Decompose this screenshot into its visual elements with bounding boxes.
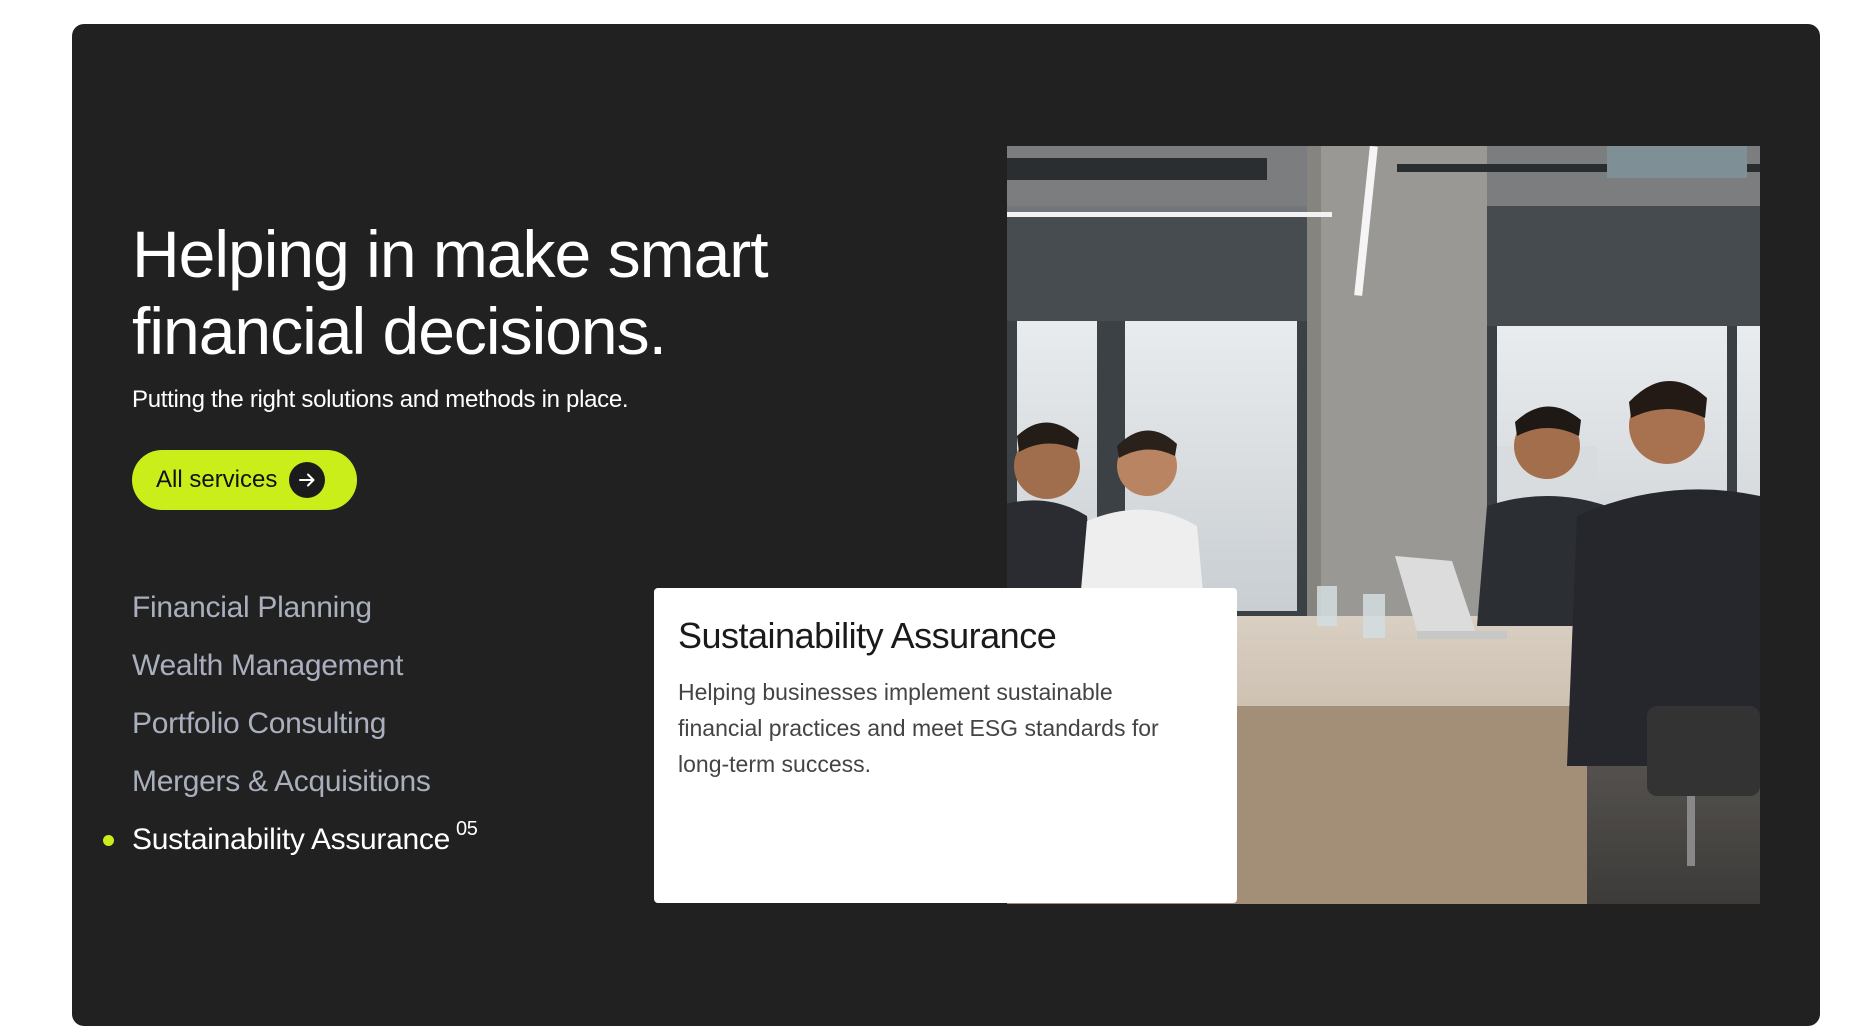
service-item-financial-planning[interactable]: Financial Planning (132, 579, 478, 637)
card-description: Helping businesses implement sustainable… (678, 679, 1159, 777)
arrow-right-icon (289, 462, 326, 498)
service-item-number: 05 (455, 818, 478, 840)
hero-subline: Putting the right solutions and methods … (132, 386, 629, 413)
hero-headline: Helping in make smart financial decision… (132, 217, 769, 368)
all-services-label: All services (156, 466, 278, 493)
service-item-label: Financial Planning (132, 591, 372, 624)
service-detail-card: Sustainability Assurance Helping busines… (654, 588, 1237, 903)
service-item-label: Sustainability Assurance (132, 823, 450, 856)
service-item-wealth-management[interactable]: Wealth Management (132, 637, 478, 695)
services-section: Helping in make smart financial decision… (72, 24, 1820, 1026)
service-list: Financial Planning Wealth Management Por… (103, 579, 478, 869)
service-item-label: Wealth Management (132, 649, 404, 682)
all-services-button[interactable]: All services (132, 450, 357, 510)
card-title: Sustainability Assurance (678, 615, 1057, 656)
service-item-label: Mergers & Acquisitions (132, 765, 431, 798)
service-item-mergers-acquisitions[interactable]: Mergers & Acquisitions (132, 753, 478, 811)
service-item-label: Portfolio Consulting (132, 707, 387, 740)
service-item-sustainability-assurance[interactable]: Sustainability Assurance 05 (103, 811, 478, 869)
service-item-portfolio-consulting[interactable]: Portfolio Consulting (132, 695, 478, 753)
active-indicator-dot (103, 835, 114, 846)
